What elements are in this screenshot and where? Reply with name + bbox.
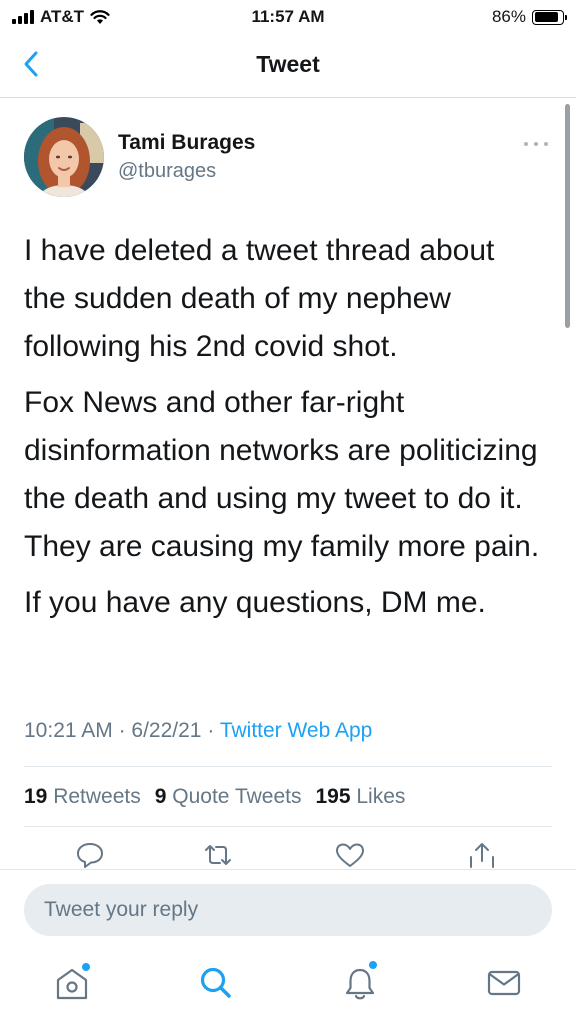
- battery-icon: [532, 9, 567, 25]
- tweet-text: I have deleted a tweet thread about the …: [24, 227, 544, 635]
- status-right: 86%: [491, 7, 567, 27]
- quote-tweets-count: 9: [154, 785, 167, 808]
- more-options-icon[interactable]: [524, 139, 548, 149]
- nav-header: Tweet: [0, 34, 576, 98]
- battery-level: [534, 12, 558, 22]
- like-icon: [336, 843, 364, 867]
- retweets-stat[interactable]: 19 Retweets: [24, 785, 141, 809]
- tab-notifications[interactable]: [340, 961, 380, 1003]
- tweet-time: 10:21 AM: [24, 719, 113, 742]
- divider: [24, 766, 552, 767]
- retweet-button[interactable]: [202, 841, 234, 869]
- notifications-dot: [369, 961, 377, 969]
- retweet-icon: [205, 845, 231, 865]
- like-button[interactable]: [334, 841, 366, 869]
- author-name[interactable]: Tami Burages: [118, 131, 255, 155]
- search-icon: [200, 967, 231, 998]
- tweet-date: 6/22/21: [131, 719, 202, 742]
- tweet-paragraph: If you have any questions, DM me.: [24, 586, 486, 619]
- tab-search[interactable]: [196, 963, 236, 1003]
- reply-input[interactable]: [24, 884, 552, 936]
- tab-home[interactable]: [52, 963, 92, 1003]
- tweet-meta: 10:21 AM · 6/22/21 · Twitter Web App: [24, 719, 372, 743]
- reply-bar: [0, 869, 576, 949]
- tweet-detail: Tami Burages @tburages I have deleted a …: [0, 99, 576, 869]
- page-title: Tweet: [256, 51, 320, 77]
- divider: [24, 826, 552, 827]
- retweets-label: Retweets: [53, 785, 141, 808]
- tweet-actions: [0, 841, 576, 869]
- tab-bar: [0, 949, 576, 1024]
- status-time: 11:57 AM: [251, 7, 325, 26]
- reply-icon: [77, 843, 103, 868]
- tweet-paragraph: I have deleted a tweet thread about the …: [24, 234, 495, 363]
- scrollbar[interactable]: [565, 104, 570, 328]
- avatar[interactable]: [24, 117, 104, 197]
- likes-count: 195: [315, 785, 351, 808]
- battery-percent: 86%: [491, 7, 526, 26]
- reply-button[interactable]: [74, 841, 106, 869]
- tweet-source-link[interactable]: Twitter Web App: [220, 719, 373, 742]
- status-bar: AT&T 11:57 AM 86%: [0, 0, 576, 34]
- likes-label: Likes: [356, 785, 406, 808]
- share-button[interactable]: [466, 841, 498, 869]
- quote-tweets-label: Quote Tweets: [172, 785, 302, 808]
- tweet-paragraph: Fox News and other far-right disinformat…: [24, 386, 540, 563]
- author-handle[interactable]: @tburages: [118, 160, 216, 183]
- meta-separator: ·: [118, 719, 126, 742]
- messages-icon: [487, 970, 521, 996]
- tab-messages[interactable]: [484, 963, 524, 1003]
- quote-tweets-stat[interactable]: 9 Quote Tweets: [155, 785, 302, 809]
- meta-separator: ·: [207, 719, 215, 742]
- notifications-icon: [345, 968, 375, 1000]
- avatar-photo: [24, 117, 104, 197]
- retweets-count: 19: [24, 785, 48, 808]
- share-icon: [470, 843, 494, 868]
- likes-stat[interactable]: 195 Likes: [315, 785, 405, 809]
- tweet-stats: 19 Retweets 9 Quote Tweets 195 Likes: [24, 785, 405, 809]
- home-notification-dot: [82, 963, 90, 971]
